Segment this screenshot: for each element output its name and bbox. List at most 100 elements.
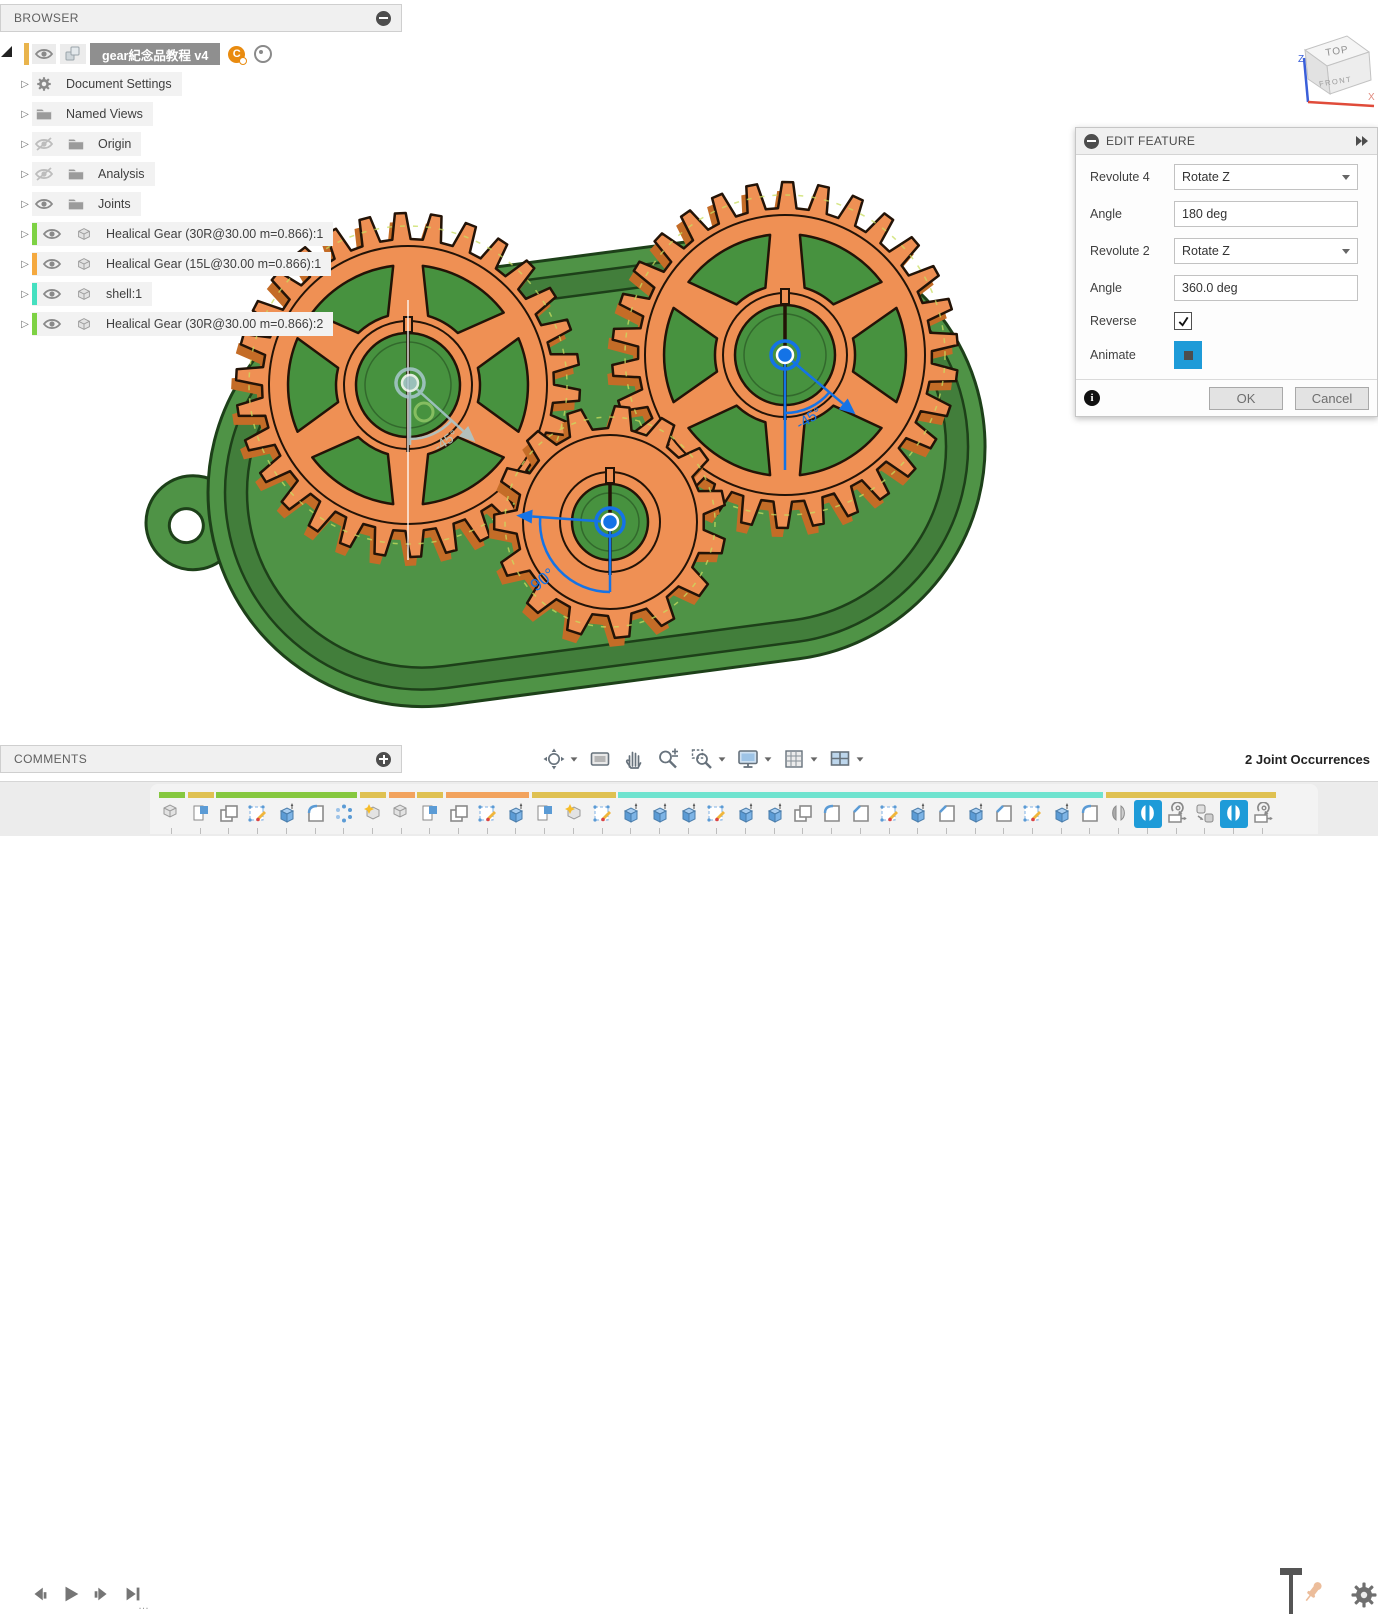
- timeline-item-extrude[interactable]: [677, 802, 701, 826]
- expand-icon[interactable]: ▷: [18, 139, 32, 150]
- timeline-item-fillet[interactable]: [1078, 802, 1102, 826]
- browser-item-shell-1[interactable]: ▷shell:1: [18, 282, 152, 306]
- info-icon[interactable]: i: [1084, 390, 1100, 406]
- eye-icon[interactable]: [32, 194, 56, 214]
- timeline-item-sketch[interactable]: [878, 802, 902, 826]
- eye-icon[interactable]: [40, 224, 64, 244]
- component-color-bar[interactable]: [32, 223, 37, 245]
- revolute2-motion-select[interactable]: Rotate Z: [1174, 238, 1358, 264]
- grid-and-snaps-button[interactable]: [777, 745, 823, 773]
- timeline-item-joint[interactable]: [1222, 802, 1246, 826]
- browser-item-analysis[interactable]: ▷Analysis: [18, 162, 155, 186]
- add-comment-icon[interactable]: [376, 752, 391, 767]
- timeline-settings-gear-icon[interactable]: [1350, 1581, 1378, 1609]
- timeline-item-extrude[interactable]: [275, 802, 299, 826]
- timeline-item-boxbox[interactable]: [217, 802, 241, 826]
- dialog-header[interactable]: EDIT FEATURE: [1076, 128, 1377, 155]
- timeline-item-newcomp[interactable]: [361, 802, 385, 826]
- browser-item-healical-gear-30r-30-00-m-0-866-2[interactable]: ▷Healical Gear (30R@30.00 m=0.866):2: [18, 312, 333, 336]
- eye-off-icon[interactable]: [32, 164, 56, 184]
- browser-root-row[interactable]: gear紀念品教程 v4 C: [18, 42, 272, 66]
- zoom-window-button[interactable]: [685, 745, 731, 773]
- root-expand-icon[interactable]: [1, 46, 12, 57]
- timeline-item-fillet[interactable]: [820, 802, 844, 826]
- viewports-button[interactable]: [823, 745, 869, 773]
- eye-icon[interactable]: [32, 44, 56, 64]
- display-settings-button[interactable]: [731, 745, 777, 773]
- timeline-item-body[interactable]: [160, 802, 184, 826]
- chevron-down-icon[interactable]: [765, 757, 772, 761]
- timeline-item-chamfer[interactable]: [849, 802, 873, 826]
- expand-icon[interactable]: ▷: [18, 259, 32, 270]
- timeline-item-boxbox[interactable]: [447, 802, 471, 826]
- timeline-item-sketch[interactable]: [705, 802, 729, 826]
- dock-right-icon[interactable]: [1355, 135, 1369, 147]
- animate-stop-button[interactable]: [1174, 341, 1202, 369]
- timeline-item-extrude[interactable]: [1050, 802, 1074, 826]
- timeline-item-extrude[interactable]: [763, 802, 787, 826]
- timeline-item-boxbox[interactable]: [791, 802, 815, 826]
- dialog-collapse-icon[interactable]: [1084, 134, 1099, 149]
- browser-item-joints[interactable]: ▷Joints: [18, 192, 141, 216]
- angle2-input[interactable]: [1174, 275, 1358, 301]
- timeline-item-extrude[interactable]: [964, 802, 988, 826]
- expand-icon[interactable]: ▷: [18, 319, 32, 330]
- revolute4-motion-select[interactable]: Rotate Z: [1174, 164, 1358, 190]
- timeline-item-sketch[interactable]: [476, 802, 500, 826]
- chevron-down-icon[interactable]: [857, 757, 864, 761]
- browser-item-healical-gear-15l-30-00-m-0-866-1[interactable]: ▷Healical Gear (15L@30.00 m=0.866):1: [18, 252, 331, 276]
- component-color-bar[interactable]: [32, 313, 37, 335]
- cancel-button[interactable]: Cancel: [1295, 387, 1369, 410]
- zoom-button[interactable]: [651, 745, 685, 773]
- document-name[interactable]: gear紀念品教程 v4: [90, 43, 220, 65]
- timeline-item-fillet[interactable]: [304, 802, 328, 826]
- orbit-button[interactable]: [537, 745, 583, 773]
- play-button[interactable]: [59, 1582, 83, 1606]
- expand-icon[interactable]: ▷: [18, 79, 32, 90]
- timeline-item-motion[interactable]: [1251, 802, 1275, 826]
- timeline-item-extrude[interactable]: [619, 802, 643, 826]
- step-back-button[interactable]: [28, 1582, 52, 1606]
- timeline-item-extrude[interactable]: [648, 802, 672, 826]
- chevron-down-icon[interactable]: [571, 757, 578, 761]
- pin-timeline-icon[interactable]: [1300, 1579, 1326, 1605]
- comments-panel-header[interactable]: COMMENTS: [0, 745, 402, 773]
- expand-icon[interactable]: ▷: [18, 229, 32, 240]
- timeline-item-sketch[interactable]: [246, 802, 270, 826]
- expand-icon[interactable]: ▷: [18, 289, 32, 300]
- timeline-item-newcomp[interactable]: [562, 802, 586, 826]
- timeline-item-sketch[interactable]: [1021, 802, 1045, 826]
- chevron-down-icon[interactable]: [719, 757, 726, 761]
- browser-item-named-views[interactable]: ▷Named Views: [18, 102, 153, 126]
- browser-item-origin[interactable]: ▷Origin: [18, 132, 141, 156]
- component-color-bar[interactable]: [32, 283, 37, 305]
- expand-icon[interactable]: ▷: [18, 169, 32, 180]
- browser-item-healical-gear-30r-30-00-m-0-866-1[interactable]: ▷Healical Gear (30R@30.00 m=0.866):1: [18, 222, 333, 246]
- timeline-item-plane[interactable]: [189, 802, 213, 826]
- eye-icon[interactable]: [40, 314, 64, 334]
- timeline-item-extrude[interactable]: [906, 802, 930, 826]
- timeline-track[interactable]: [150, 784, 1318, 834]
- timeline-item-body[interactable]: [390, 802, 414, 826]
- cloud-status-icon[interactable]: C: [228, 46, 245, 63]
- angle1-input[interactable]: [1174, 201, 1358, 227]
- timeline-item-sketch[interactable]: [591, 802, 615, 826]
- timeline-item-plane[interactable]: [418, 802, 442, 826]
- timeline-item-joint[interactable]: [1136, 802, 1160, 826]
- eye-icon[interactable]: [40, 284, 64, 304]
- timeline-item-pattern[interactable]: [332, 802, 356, 826]
- model-canvas[interactable]: -45° -45° 90°: [0, 0, 1378, 835]
- timeline-item-motion[interactable]: [1165, 802, 1189, 826]
- eye-icon[interactable]: [40, 254, 64, 274]
- activate-component-radio[interactable]: [254, 45, 272, 63]
- timeline-item-rigidgroup[interactable]: [1193, 802, 1217, 826]
- browser-collapse-icon[interactable]: [376, 11, 391, 26]
- ok-button[interactable]: OK: [1209, 387, 1283, 410]
- look-at-button[interactable]: [583, 745, 617, 773]
- timeline-item-joint[interactable]: [1107, 802, 1131, 826]
- component-color-bar[interactable]: [32, 253, 37, 275]
- expand-icon[interactable]: ▷: [18, 199, 32, 210]
- browser-panel-header[interactable]: BROWSER: [0, 4, 402, 32]
- timeline-item-plane[interactable]: [533, 802, 557, 826]
- timeline-playhead[interactable]: [1280, 1568, 1302, 1615]
